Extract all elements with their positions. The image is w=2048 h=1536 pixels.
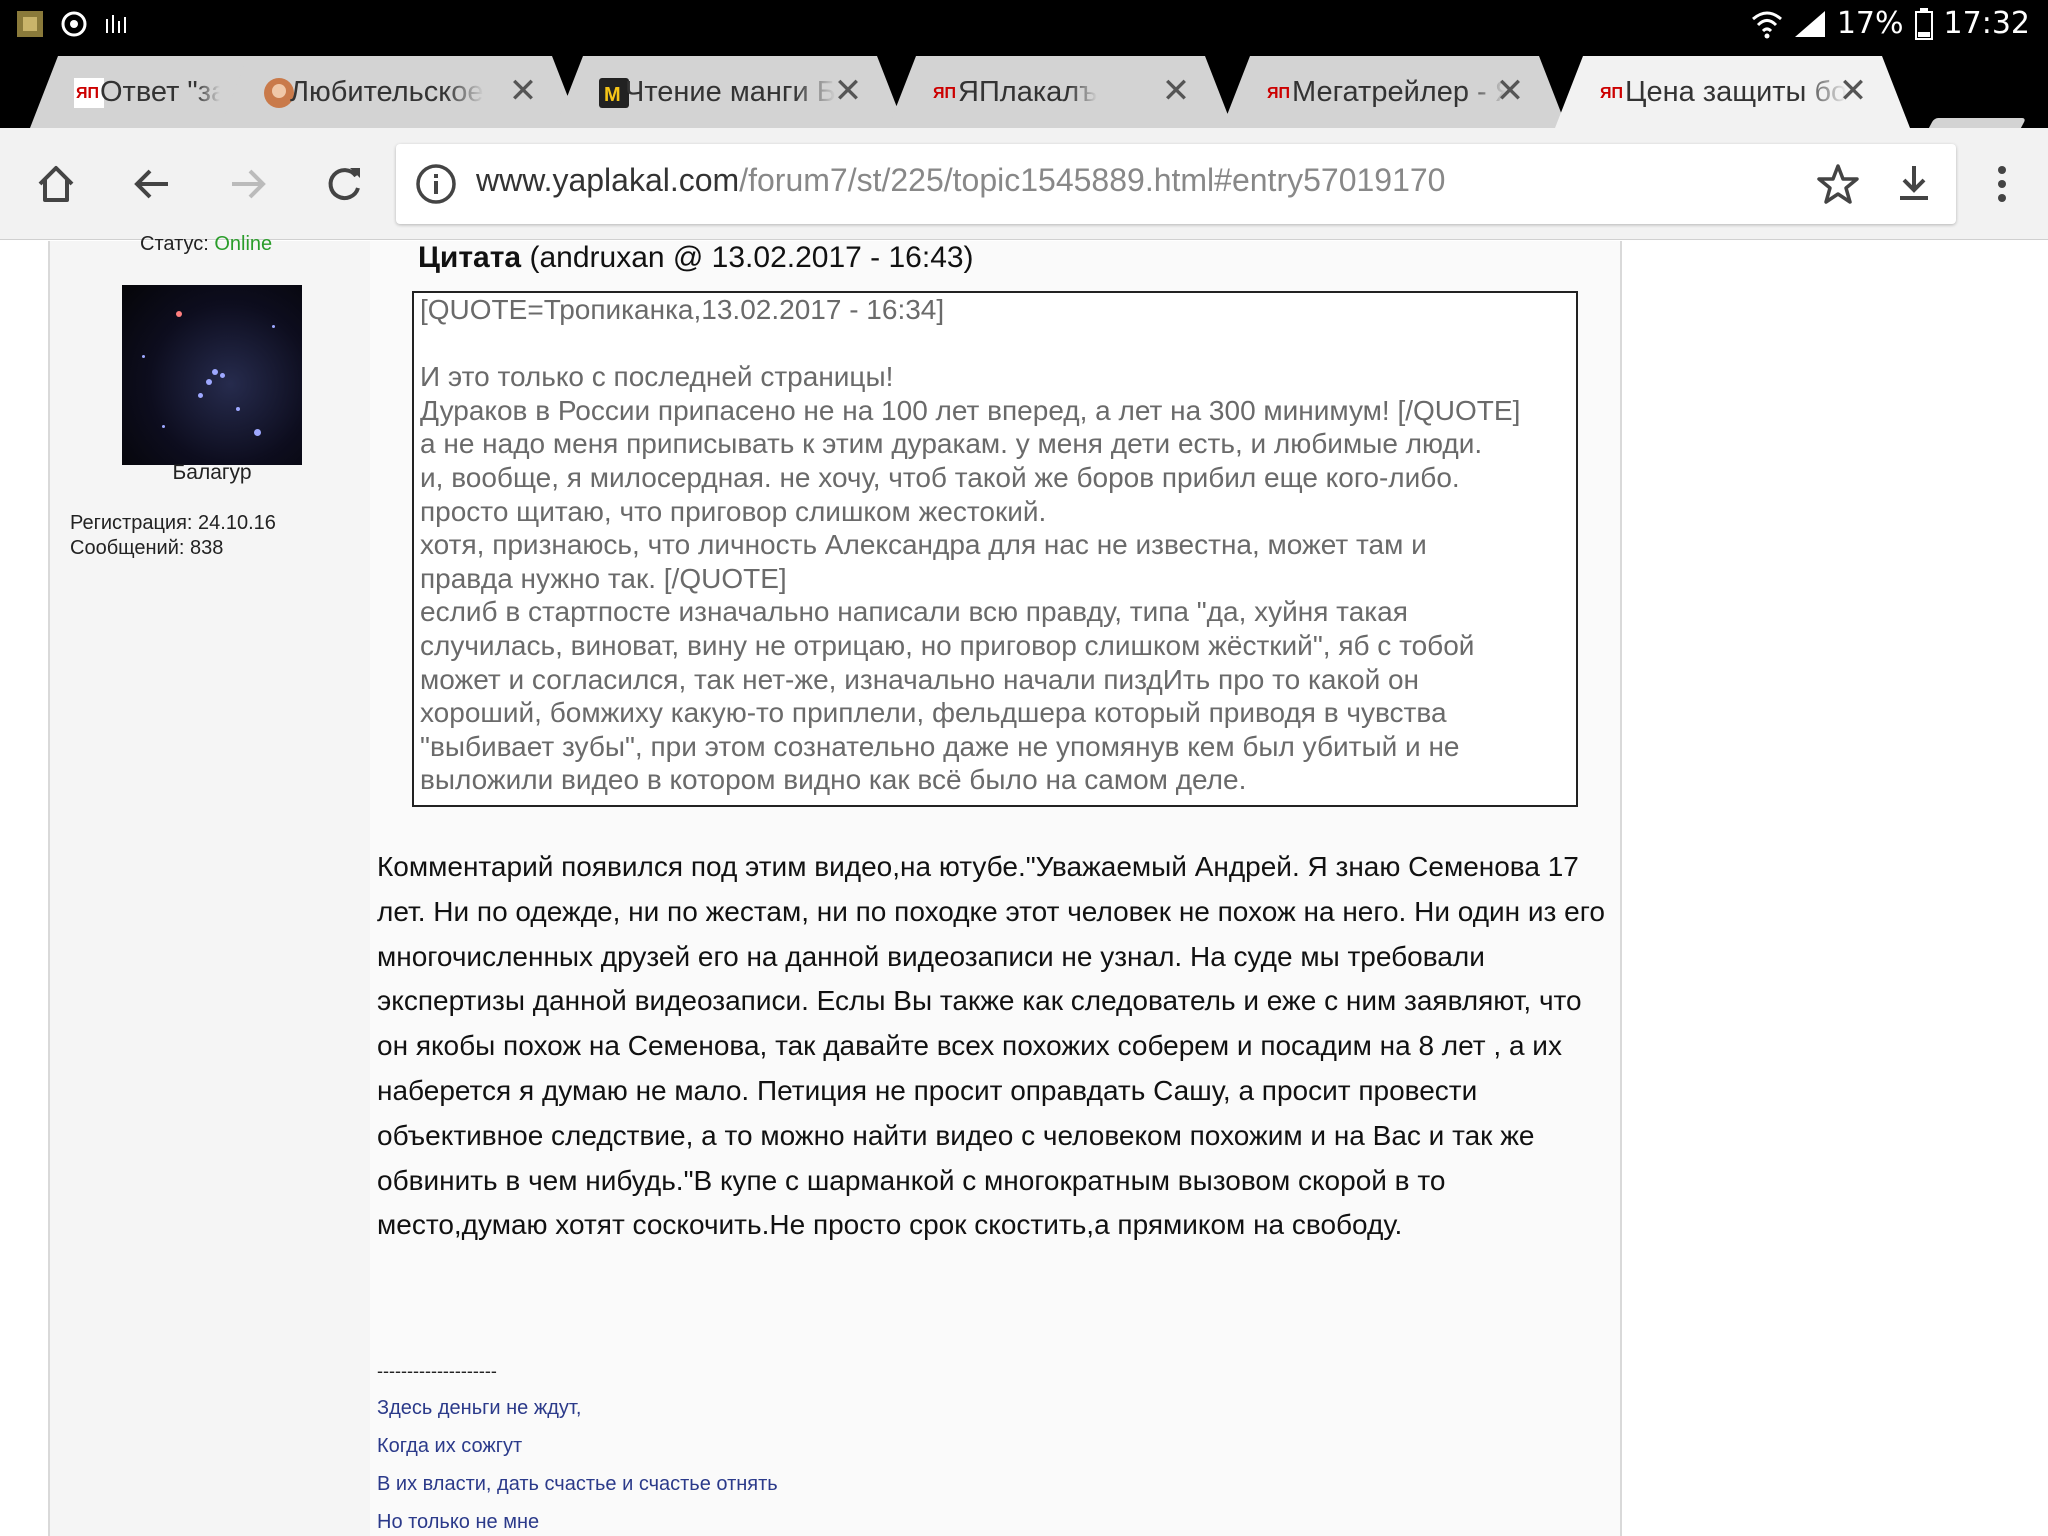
menu-dots-icon[interactable] xyxy=(1992,162,2012,206)
quote-header: Цитата (andruxan @ 13.02.2017 - 16:43) xyxy=(418,241,974,275)
avatar-star xyxy=(236,407,240,411)
status-label: Статус: xyxy=(140,233,209,255)
close-icon[interactable]: ✕ xyxy=(1493,74,1527,108)
tab-title: Мегатрейлер - Я xyxy=(1292,75,1507,108)
omnibox[interactable]: www.yaplakal.com/forum7/st/225/topic1545… xyxy=(396,144,1956,224)
forum-page: Статус: Online Балагур Регистрация: 24.1… xyxy=(0,233,2048,1536)
back-button[interactable] xyxy=(124,156,180,212)
svg-text:M: M xyxy=(604,84,621,106)
battery-percent: 17% xyxy=(1836,6,1904,41)
user-avatar[interactable] xyxy=(122,285,302,465)
signature-line: Здесь деньги не ждут, xyxy=(377,1397,582,1419)
tab-title: Любительское xyxy=(290,75,484,108)
avatar-star xyxy=(206,379,212,385)
download-icon[interactable] xyxy=(1892,162,1936,206)
status-online: Online xyxy=(214,233,273,255)
avatar-star xyxy=(198,393,203,398)
quote-meta: (andruxan @ 13.02.2017 - 16:43) xyxy=(529,241,974,274)
browser-toolbar: www.yaplakal.com/forum7/st/225/topic1545… xyxy=(0,128,2048,240)
user-status: Статус: Online xyxy=(140,233,272,256)
wifi-icon xyxy=(1751,11,1782,38)
forward-arrow-icon xyxy=(232,169,266,199)
signal-notification-icon xyxy=(102,8,134,40)
url-text[interactable]: www.yaplakal.com/forum7/st/225/topic1545… xyxy=(476,162,1445,199)
bookmark-star-icon[interactable] xyxy=(1816,162,1860,206)
avatar-star xyxy=(254,429,261,436)
home-button[interactable] xyxy=(28,156,84,212)
svg-text:ЯП: ЯП xyxy=(1600,85,1623,102)
url-path: /forum7/st/225/topic1545889.html#entry57… xyxy=(739,162,1446,198)
tab-title: ЯПлакалъ xyxy=(958,75,1098,108)
avatar-star xyxy=(142,355,145,358)
signature-separator: -------------------- xyxy=(377,1361,497,1381)
tab-title: Чтение манги Б xyxy=(625,75,836,108)
back-arrow-icon xyxy=(134,169,168,199)
close-icon[interactable]: ✕ xyxy=(1159,74,1193,108)
tab-title: Ответ "зак xyxy=(100,75,220,108)
android-status-bar: 17% 17:32 xyxy=(0,0,2048,48)
battery-icon xyxy=(1914,7,1933,40)
reload-icon xyxy=(328,168,360,201)
signature-line: Когда их сожгут xyxy=(377,1435,523,1457)
user-name[interactable]: Балагур xyxy=(122,461,302,485)
signature-line: В их власти, дать счастье и счастье отня… xyxy=(377,1473,778,1495)
svg-text:ЯП: ЯП xyxy=(76,85,99,102)
tab-manga[interactable]: M Чтение манги Б ✕ xyxy=(555,56,905,128)
tab-title: Цена защиты бо xyxy=(1625,75,1848,108)
close-icon[interactable]: ✕ xyxy=(1836,74,1870,108)
sync-icon xyxy=(58,8,90,40)
page-border-right xyxy=(1620,241,1622,1536)
app-notification-icon xyxy=(14,8,46,40)
tab-strip: ЯП Ответ "зак Любительское ✕ M Чтение ма… xyxy=(0,48,2048,164)
quote-text: [QUOTE=Тропиканка,13.02.2017 - 16:34] И … xyxy=(420,294,1521,796)
tab-lyubitelskoe[interactable]: Любительское ✕ xyxy=(220,56,580,128)
avatar-star xyxy=(162,425,165,428)
cell-signal-icon xyxy=(1794,10,1825,37)
close-icon[interactable]: ✕ xyxy=(506,74,540,108)
reload-button[interactable] xyxy=(316,156,372,212)
avatar-star xyxy=(176,311,182,317)
avatar-star xyxy=(220,373,225,378)
quote-label: Цитата xyxy=(418,241,522,274)
svg-text:ЯП: ЯП xyxy=(933,85,956,102)
tab-megatrailer[interactable]: ЯП Мегатрейлер - Я ✕ xyxy=(1222,56,1567,128)
quote-box: [QUOTE=Тропиканка,13.02.2017 - 16:34] И … xyxy=(412,291,1578,807)
svg-text:ЯП: ЯП xyxy=(1267,85,1290,102)
page-border-left xyxy=(48,241,50,1536)
avatar-star xyxy=(272,325,275,328)
tab-cena-zashchity[interactable]: ЯП Цена защиты бо ✕ xyxy=(1555,56,1910,128)
message-count: Сообщений: 838 xyxy=(70,537,224,559)
tab-yaplakal[interactable]: ЯП ЯПлакалъ ✕ xyxy=(888,56,1233,128)
signature-line: Но только не мне xyxy=(377,1511,540,1533)
info-icon[interactable] xyxy=(414,162,458,206)
post-body: Комментарий появился под этим видео,на ю… xyxy=(377,851,1605,1241)
registration-date: Регистрация: 24.10.16 xyxy=(70,512,276,534)
forward-button[interactable] xyxy=(220,156,276,212)
clock: 17:32 xyxy=(1943,6,2030,41)
url-host: www.yaplakal.com xyxy=(476,162,740,198)
close-icon[interactable]: ✕ xyxy=(831,74,865,108)
user-stats: Регистрация: 24.10.16 Сообщений: 838 xyxy=(70,511,276,561)
avatar-star xyxy=(212,369,218,375)
home-icon xyxy=(38,166,74,202)
